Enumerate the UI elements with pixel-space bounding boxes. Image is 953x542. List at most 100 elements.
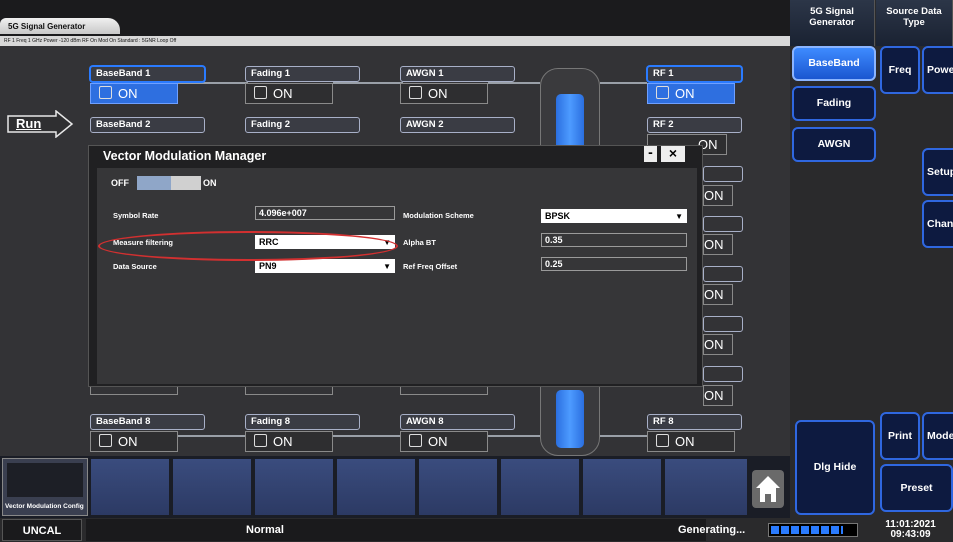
thumbnail-slot[interactable] [254,458,334,516]
awgn-1-block[interactable]: AWGN 1 ON [400,66,515,104]
awgn-1-label: AWGN 1 [400,66,515,82]
thumbnail-preview [7,463,83,497]
rf-5-label[interactable] [703,266,743,282]
wire [600,82,647,84]
thumbnail-slot[interactable] [500,458,580,516]
uncal-indicator: UNCAL [2,519,82,541]
awgn-2-label: AWGN 2 [400,117,515,133]
awgn-button[interactable]: AWGN [792,127,876,162]
run-button[interactable]: Run [6,109,74,139]
rf-4-label[interactable] [703,216,743,232]
baseband-1-label: BaseBand 1 [90,66,205,82]
rf-1-label: RF 1 [647,66,742,82]
rf-5-toggle[interactable]: ON [703,284,733,305]
vector-modulation-dialog: Vector Modulation Manager - × OFF ON Sym… [88,145,703,387]
rf-8-block[interactable]: RF 8 ON [647,414,742,452]
fading-1-toggle[interactable]: ON [245,83,333,104]
dialog-title: Vector Modulation Manager [103,149,267,163]
freq-button[interactable]: Freq [880,46,920,94]
rf-3-toggle[interactable]: ON [703,185,733,206]
fading-8-label: Fading 8 [245,414,360,430]
clock-time: 09:43:09 [890,529,931,540]
thumbnail-slot[interactable] [172,458,252,516]
fading-1-block[interactable]: Fading 1 ON [245,66,360,104]
rf-8-label: RF 8 [647,414,742,430]
fading-1-label: Fading 1 [245,66,360,82]
baseband-8-block[interactable]: BaseBand 8 ON [90,414,205,452]
rf-1-block[interactable]: RF 1 ON [647,66,742,104]
symbol-rate-label: Symbol Rate [113,211,159,220]
switch-knob [137,176,171,190]
checkbox-icon [254,434,267,447]
preset-button[interactable]: Preset [880,464,953,512]
thumbnail-slot[interactable] [418,458,498,516]
awgn-8-block[interactable]: AWGN 8 ON [400,414,515,452]
baseband-1-toggle[interactable]: ON [90,83,178,104]
dropdown-arrow-icon: ▼ [675,212,683,221]
data-source-select[interactable]: PN9 ▼ [255,259,395,273]
mode-button[interactable]: Mode [922,412,953,460]
checkbox-icon [656,86,669,99]
power-button[interactable]: Powe [922,46,953,94]
fading-8-toggle[interactable]: ON [245,431,333,452]
wire [600,435,647,437]
baseband-8-toggle[interactable]: ON [90,431,178,452]
output-switch[interactable] [137,176,201,190]
checkbox-icon [254,86,267,99]
dialog-body: OFF ON Symbol Rate 4.096e+007 Modulation… [97,168,697,384]
rf-4-toggle[interactable]: ON [703,234,733,255]
checkbox-icon [409,434,422,447]
awgn-7-toggle[interactable] [400,387,488,395]
app-tab[interactable]: 5G Signal Generator [0,18,120,34]
rf-7-label[interactable] [703,366,743,382]
dropdown-arrow-icon: ▼ [383,262,391,271]
awgn-8-label: AWGN 8 [400,414,515,430]
baseband-1-block[interactable]: BaseBand 1 ON [90,66,205,104]
rf-7-toggle[interactable]: ON [703,385,733,406]
awgn-8-toggle[interactable]: ON [400,431,488,452]
thumbnail-slot[interactable] [664,458,748,516]
menu-header-5g[interactable]: 5G Signal Generator [790,0,875,46]
rf-3-label[interactable] [703,166,743,182]
progress-fill [771,526,843,534]
menu-header-source[interactable]: Source Data Type [876,0,953,46]
checkbox-icon [99,434,112,447]
thumbnail-slot[interactable] [90,458,170,516]
close-button[interactable]: × [661,146,685,162]
home-button[interactable] [752,470,784,508]
awgn-1-toggle[interactable]: ON [400,83,488,104]
modulation-scheme-select[interactable]: BPSK ▼ [541,209,687,223]
clock: 11:01:2021 09:43:09 [868,519,953,541]
channel-button[interactable]: Chan [922,200,953,248]
setup-button[interactable]: Setup [922,148,953,196]
off-label: OFF [111,178,129,188]
rf-2-label: RF 2 [647,117,742,133]
dlg-hide-button[interactable]: Dlg Hide [795,420,875,515]
rf-6-label[interactable] [703,316,743,332]
checkbox-icon [99,86,112,99]
combiner-bar[interactable] [556,390,584,448]
baseband-8-label: BaseBand 8 [90,414,205,430]
baseband-button[interactable]: BaseBand [792,46,876,81]
fading-8-block[interactable]: Fading 8 ON [245,414,360,452]
alpha-bt-label: Alpha BT [403,238,436,247]
fading-button[interactable]: Fading [792,86,876,121]
thumbnail-vector-modulation[interactable]: Vector Modulation Config [2,458,88,516]
rf-8-toggle[interactable]: ON [647,431,735,452]
checkbox-icon [656,434,669,447]
fading-7-toggle[interactable] [245,387,333,395]
fading-2-label: Fading 2 [245,117,360,133]
progress-indicator [768,523,858,537]
minimize-button[interactable]: - [644,145,657,162]
thumbnail-slot[interactable] [336,458,416,516]
baseband-7-toggle[interactable] [90,387,178,395]
symbol-rate-field[interactable]: 4.096e+007 [255,206,395,220]
rf-6-toggle[interactable]: ON [703,334,733,355]
mode-status: Normal [86,519,706,541]
alpha-bt-field[interactable]: 0.35 [541,233,687,247]
thumbnail-slot[interactable] [582,458,662,516]
rf-1-toggle[interactable]: ON [647,83,735,104]
ref-freq-offset-field[interactable]: 0.25 [541,257,687,271]
status-line: RF 1 Freq 1 GHz Power -120 dBm RF On Mod… [0,36,790,46]
print-button[interactable]: Print [880,412,920,460]
